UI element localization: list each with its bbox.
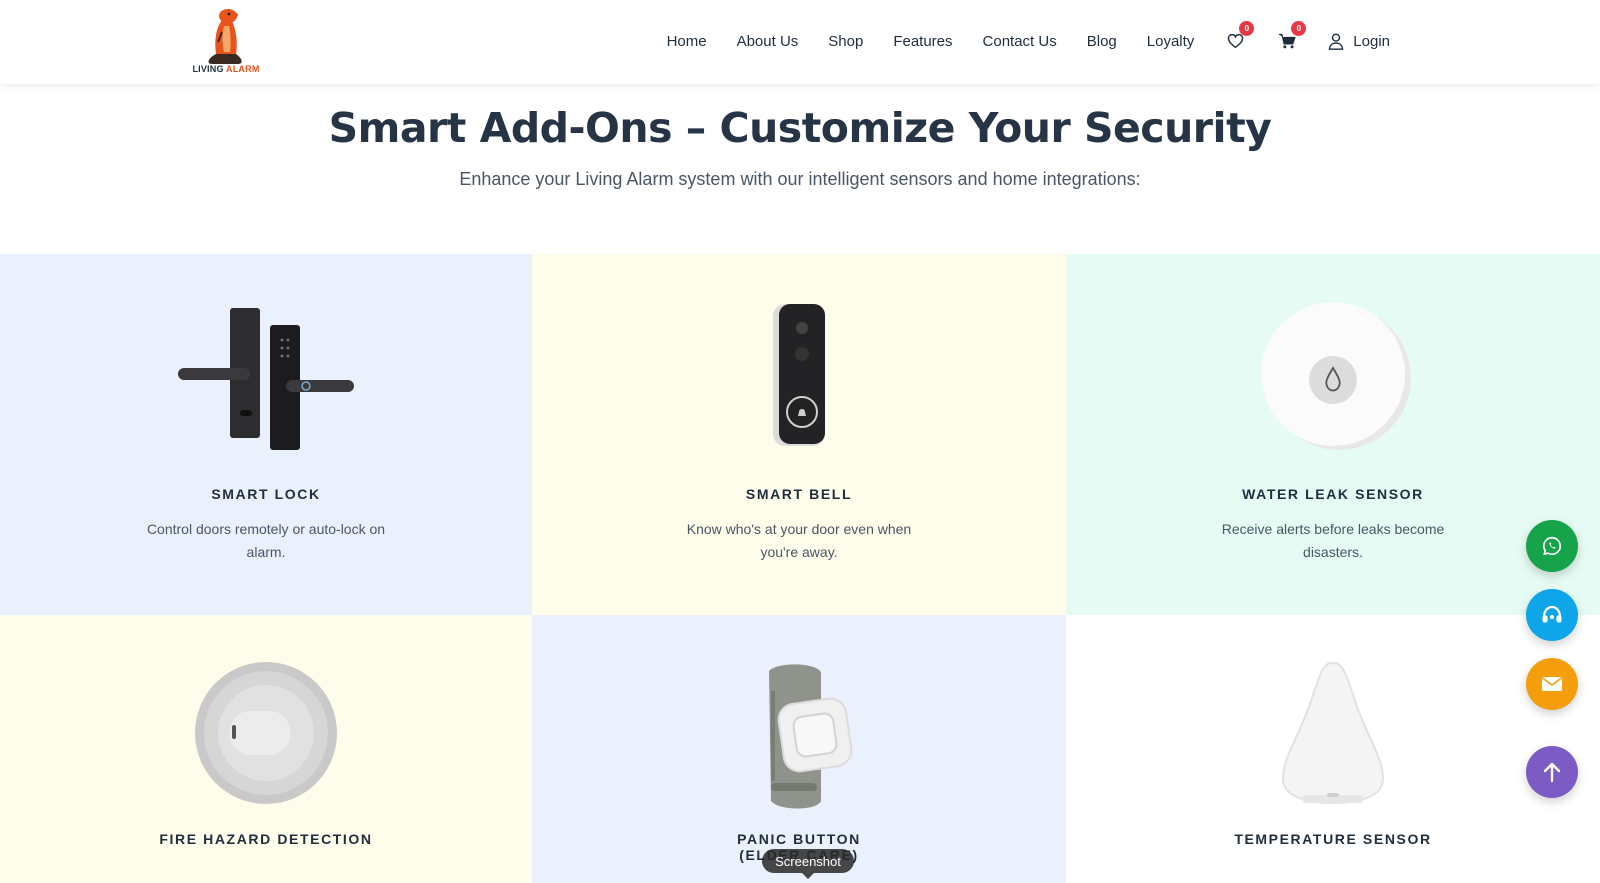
email-button[interactable]: [1526, 658, 1578, 710]
whatsapp-button[interactable]: [1526, 520, 1578, 572]
nav-contact-us[interactable]: Contact Us: [983, 33, 1057, 50]
scroll-top-button[interactable]: [1526, 746, 1578, 798]
card-title: WATER LEAK SENSOR: [1242, 486, 1424, 502]
nav-shop[interactable]: Shop: [828, 33, 863, 50]
addons-grid: SMART LOCK Control doors remotely or aut…: [0, 254, 1600, 883]
card-description: Know who's at your door even when you're…: [686, 521, 912, 560]
nav-about-us[interactable]: About Us: [737, 33, 799, 50]
login-link[interactable]: Login: [1328, 33, 1390, 50]
main-nav: Home About Us Shop Features Contact Us B…: [667, 0, 1390, 82]
smart-lock-image: [176, 300, 356, 450]
fire-detector-image: [176, 661, 356, 811]
card-title: SMART LOCK: [211, 486, 321, 502]
brand-text-alarm: ALARM: [226, 64, 260, 74]
nav-home[interactable]: Home: [667, 33, 707, 50]
cart-button[interactable]: 0: [1276, 21, 1307, 52]
card-smart-bell[interactable]: SMART BELL Know who's at your door even …: [532, 254, 1066, 615]
login-label: Login: [1353, 32, 1390, 50]
wishlist-button[interactable]: 0: [1224, 21, 1255, 52]
user-icon: [1328, 32, 1344, 50]
card-title-line1: PANIC BUTTON: [737, 831, 861, 847]
card-fire-hazard-detection[interactable]: FIRE HAZARD DETECTION: [0, 615, 532, 883]
card-title: TEMPERATURE SENSOR: [1234, 831, 1432, 847]
card-temperature-sensor[interactable]: TEMPERATURE SENSOR: [1066, 615, 1600, 883]
card-smart-lock[interactable]: SMART LOCK Control doors remotely or aut…: [0, 254, 532, 615]
screenshot-tooltip: Screenshot: [762, 849, 854, 879]
wishlist-count-badge: 0: [1239, 21, 1255, 36]
nav-loyalty[interactable]: Loyalty: [1147, 33, 1195, 50]
support-button[interactable]: [1526, 589, 1578, 641]
card-title: FIRE HAZARD DETECTION: [159, 831, 373, 847]
card-description: Control doors remotely or auto-lock on a…: [146, 521, 386, 560]
heart-icon: [1227, 33, 1244, 49]
whatsapp-icon: [1542, 536, 1562, 556]
smart-bell-image: [709, 300, 889, 450]
temperature-sensor-image: [1243, 661, 1423, 811]
panic-button-image: [709, 661, 889, 811]
headset-icon: [1542, 605, 1562, 623]
arrow-up-icon: [1543, 762, 1561, 783]
nav-blog[interactable]: Blog: [1087, 33, 1117, 50]
cart-icon: [1279, 33, 1297, 49]
envelope-icon: [1542, 677, 1562, 691]
brand-logo[interactable]: LIVING ALARM: [190, 6, 262, 78]
cart-count-badge: 0: [1291, 21, 1307, 36]
meerkat-logo-icon: [208, 9, 242, 64]
card-title: SMART BELL: [745, 486, 853, 502]
brand-text-living: LIVING: [192, 64, 227, 74]
card-panic-button[interactable]: PANIC BUTTON(ELDER CARE): [532, 615, 1066, 883]
page-subtitle: Enhance your Living Alarm system with ou…: [459, 169, 1141, 189]
card-description: Receive alerts before leaks become disas…: [1221, 521, 1445, 560]
site-header: LIVING ALARM Home About Us Shop Features…: [0, 0, 1600, 84]
page-title: Smart Add-Ons – Customize Your Security: [328, 104, 1272, 152]
card-water-leak-sensor[interactable]: WATER LEAK SENSOR Receive alerts before …: [1066, 254, 1600, 615]
brand-wordmark: LIVING ALARM: [190, 64, 262, 74]
nav-features[interactable]: Features: [893, 33, 952, 50]
water-leak-sensor-image: [1243, 300, 1423, 450]
